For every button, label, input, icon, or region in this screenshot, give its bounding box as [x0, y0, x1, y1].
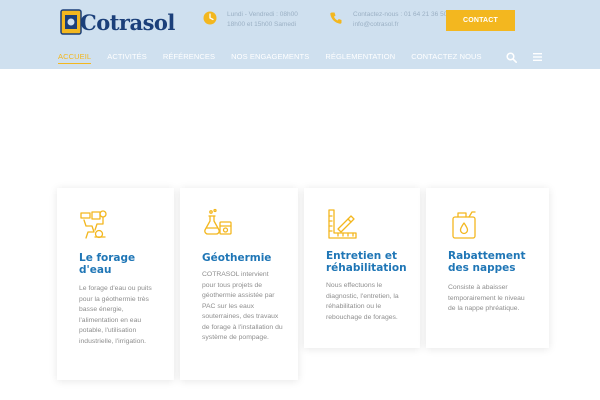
- service-card-forage[interactable]: Le forage d'eau Le forage d'eau ou puits…: [57, 188, 174, 380]
- drilling-rig-icon: [80, 210, 107, 239]
- hours-line-1: Lundi - Vendredi : 08h00: [227, 11, 298, 18]
- phone-line-1[interactable]: Contactez-nous : 01 64 21 36 50: [353, 10, 447, 20]
- card-description: Nous effectuons le diagnostic, l'entreti…: [326, 282, 399, 321]
- service-card-rabattement[interactable]: Rabattement des nappes Consiste à abaiss…: [426, 188, 549, 348]
- card-description: COTRASOL intervient pour tous projets de…: [202, 271, 283, 341]
- site-header: Cotrasol Lundi - Vendredi : 08h00 18h00 …: [0, 0, 600, 69]
- service-card-entretien[interactable]: Entretien et réhabilitation Nous effectu…: [304, 188, 420, 348]
- card-description: Le forage d'eau ou puits pour la géother…: [79, 285, 152, 345]
- card-title: Le forage d'eau: [79, 252, 136, 276]
- clock-icon: [203, 11, 217, 25]
- ruler-tools-icon: [328, 209, 357, 239]
- card-description: Consiste à abaisser temporairement le ni…: [448, 284, 525, 312]
- nav-item-contact[interactable]: CONTACTEZ NOUS: [411, 52, 481, 64]
- opening-hours: Lundi - Vendredi : 08h00 18h00 et 15h00 …: [203, 10, 298, 30]
- card-title: Géothermie: [202, 252, 272, 264]
- hamburger-menu-icon[interactable]: [533, 53, 542, 61]
- card-title: Entretien et réhabilitation: [326, 250, 407, 274]
- nav-item-engagements[interactable]: NOS ENGAGEMENTS: [231, 52, 309, 64]
- main-nav: ACCUEIL ACTIVITÉS RÉFÉRENCES NOS ENGAGEM…: [58, 52, 498, 64]
- nav-item-references[interactable]: RÉFÉRENCES: [163, 52, 215, 64]
- search-icon[interactable]: [506, 52, 517, 63]
- logo[interactable]: Cotrasol: [60, 8, 175, 36]
- logo-icon: [60, 9, 82, 35]
- water-canister-icon: [452, 211, 476, 239]
- logo-text: Cotrasol: [80, 9, 175, 35]
- nav-item-accueil[interactable]: ACCUEIL: [58, 52, 92, 64]
- service-card-geothermie[interactable]: Géothermie COTRASOL intervient pour tous…: [180, 188, 298, 380]
- card-title: Rabattement des nappes: [448, 250, 526, 274]
- contact-button[interactable]: CONTACT: [446, 10, 515, 31]
- nav-item-reglementation[interactable]: RÉGLEMENTATION: [325, 52, 395, 64]
- hours-line-2: 18h00 et 15h00 Samedi: [227, 21, 297, 28]
- email-line[interactable]: info@cotrasol.fr: [353, 20, 447, 30]
- nav-item-activites[interactable]: ACTIVITÉS: [107, 52, 147, 64]
- geothermal-chemistry-icon: [204, 208, 232, 235]
- phone-icon: [330, 12, 342, 24]
- phone-info: Contactez-nous : 01 64 21 36 50 info@cot…: [329, 10, 447, 30]
